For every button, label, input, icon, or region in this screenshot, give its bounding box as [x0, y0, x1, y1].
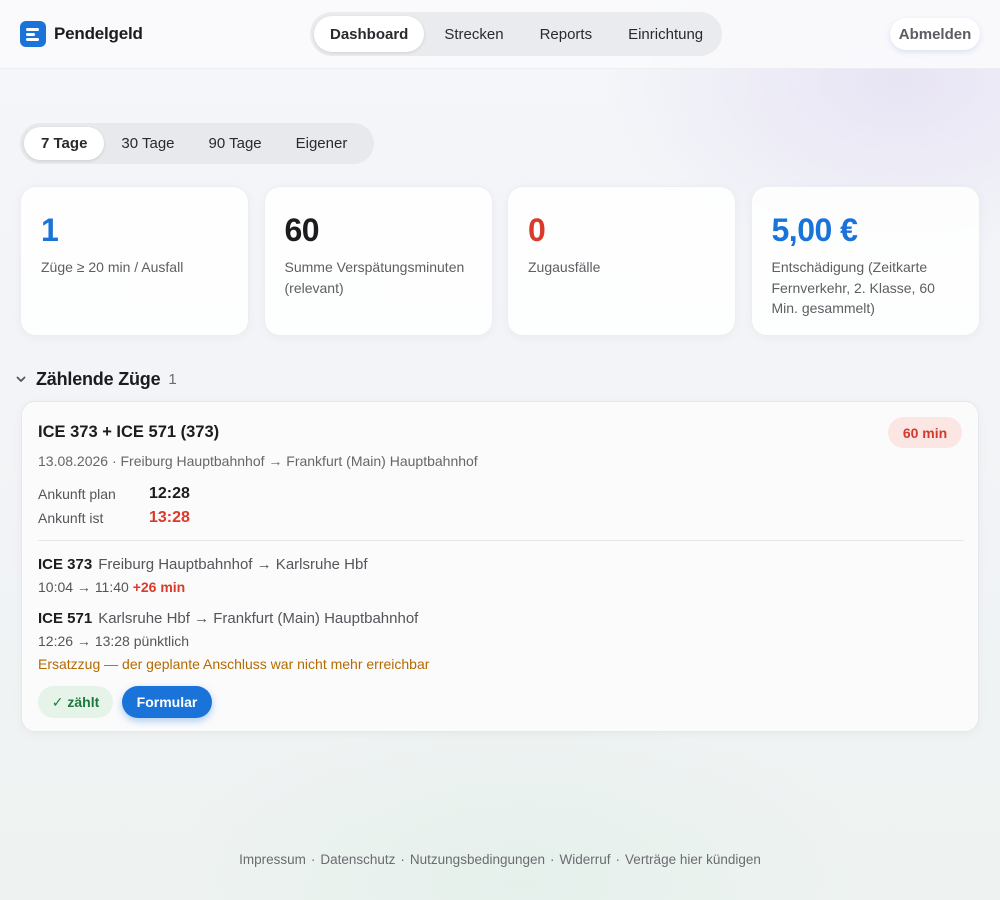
nav-einrichtung[interactable]: Einrichtung [612, 16, 719, 52]
trip-title: ICE 373 + ICE 571 (373) [38, 423, 220, 441]
top-bar: Pendelgeld Dashboard Strecken Reports Ei… [0, 0, 1000, 69]
leg-1-times: 10:04 → 11:40 +26 min [38, 579, 185, 595]
arrival-actual-label: Ankunft ist [38, 510, 104, 526]
nav-strecken[interactable]: Strecken [428, 16, 519, 52]
leg-train: ICE 373 [38, 556, 93, 573]
arrival-actual-time: 13:28 [149, 509, 190, 526]
brand-name: Pendelgeld [54, 24, 143, 43]
replacement-note: Ersatzzug — der geplante Anschluss war n… [38, 656, 430, 672]
stats-row: 1 Züge ≥ 20 min / Ausfall 60 Summe Versp… [20, 186, 980, 336]
leg-times-value: 12:26 → 13:28 [38, 633, 130, 649]
brand[interactable]: Pendelgeld [20, 21, 143, 47]
delay-badge: 60 min [888, 417, 962, 448]
stat-card-qualifying-trains: 1 Züge ≥ 20 min / Ausfall [20, 186, 249, 336]
divider [38, 540, 964, 541]
range-custom[interactable]: Eigener [279, 127, 365, 160]
footer-link-vertraege-kuendigen[interactable]: Verträge hier kündigen [625, 852, 761, 867]
form-button[interactable]: Formular [122, 686, 212, 718]
logout-button[interactable]: Abmelden [890, 18, 980, 50]
range-90-days[interactable]: 90 Tage [192, 127, 279, 160]
stat-card-cancellations: 0 Zugausfälle [507, 186, 736, 336]
stat-value: 1 [41, 212, 59, 248]
footer-link-widerruf[interactable]: Widerruf [560, 852, 611, 867]
footer-link-datenschutz[interactable]: Datenschutz [320, 852, 395, 867]
leg-route: Karlsruhe Hbf → Frankfurt (Main) Hauptba… [98, 610, 419, 627]
section-title: Zählende Züge [36, 369, 161, 389]
arrival-actual-row: Ankunft ist 13:28 [38, 509, 190, 527]
range-30-days[interactable]: 30 Tage [104, 127, 191, 160]
section-count: 1 [168, 371, 177, 388]
stat-label: Zugausfälle [528, 259, 601, 275]
stat-label: Summe Verspätungsminuten (relevant) [284, 259, 465, 296]
chevron-down-icon [16, 374, 32, 386]
time-range-selector: 7 Tage 30 Tage 90 Tage Eigener [20, 123, 374, 164]
section-toggle[interactable]: Zählende Züge 1 [16, 369, 177, 390]
leg-1: ICE 373 Freiburg Hauptbahnhof → Karlsruhe… [38, 556, 368, 573]
leg-status: pünktlich [133, 633, 190, 649]
footer: Impressum · Datenschutz · Nutzungsbedingunge… [239, 852, 761, 867]
stat-label: Entschädigung (Zeitkarte Fernverkehr, 2.… [771, 259, 935, 316]
leg-2: ICE 571 Karlsruhe Hbf → Frankfurt (Main) … [38, 610, 418, 627]
trip-route: 13.08.2026 · Freiburg Hauptbahnhof → Fra… [38, 453, 478, 469]
leg-2-times: 12:26 → 13:28 pünktlich [38, 633, 189, 649]
nav-dashboard[interactable]: Dashboard [314, 16, 425, 52]
leg-train: ICE 571 [38, 610, 93, 627]
trip-card: ICE 373 + ICE 571 (373) 60 min 13.08.202… [21, 401, 979, 732]
arrival-plan-row: Ankunft plan 12:28 [38, 485, 190, 503]
stat-card-delay-minutes: 60 Summe Verspätungsminuten (relevant) [263, 186, 493, 336]
pendelgeld-logo-icon [20, 21, 46, 47]
footer-link-nutzungsbedingungen[interactable]: Nutzungsbedingungen [410, 852, 545, 867]
arrival-plan-label: Ankunft plan [38, 486, 116, 502]
nav-reports[interactable]: Reports [524, 16, 609, 52]
stat-card-compensation: 5,00 € Entschädigung (Zeitkarte Fernverk… [750, 186, 980, 336]
stat-value: 0 [528, 212, 546, 248]
counts-badge: ✓ zählt [38, 686, 113, 718]
stat-label: Züge ≥ 20 min / Ausfall [41, 259, 184, 275]
leg-status: +26 min [132, 579, 186, 595]
leg-times-value: 10:04 → 11:40 [38, 579, 129, 595]
main-nav: Dashboard Strecken Reports Einrichtung [310, 12, 722, 56]
leg-route: Freiburg Hauptbahnhof → Karlsruhe Hbf [98, 556, 368, 573]
footer-link-impressum[interactable]: Impressum [239, 852, 306, 867]
stat-value: 60 [284, 212, 320, 248]
range-7-days[interactable]: 7 Tage [24, 127, 105, 160]
stat-value: 5,00 € [771, 212, 858, 248]
arrival-plan-time: 12:28 [149, 485, 190, 502]
